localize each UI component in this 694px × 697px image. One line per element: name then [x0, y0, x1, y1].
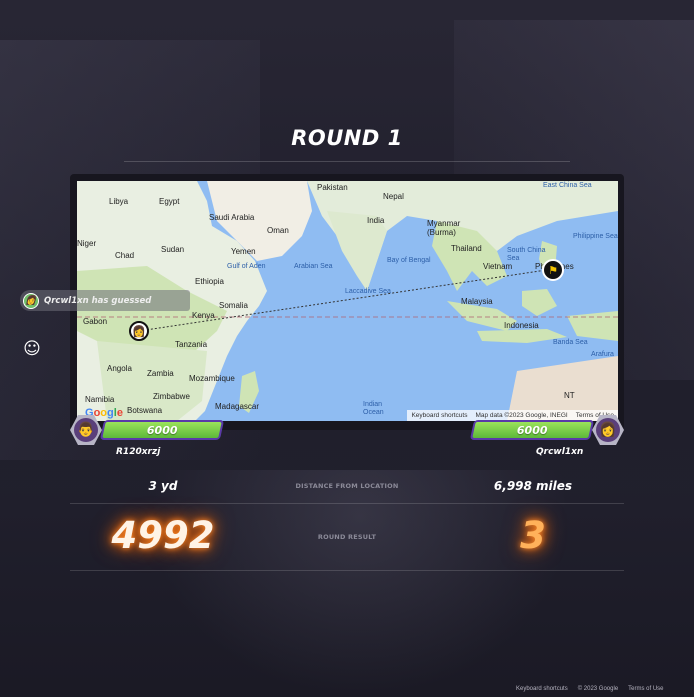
map-sea-label: Arabian Sea: [294, 263, 333, 270]
map-label: Sudan: [161, 245, 185, 254]
avatar-icon: 👨: [74, 418, 98, 442]
health-value: 6000: [516, 423, 548, 437]
map-sea-label: Philippine Sea: [573, 233, 618, 240]
map-label: Yemen: [231, 247, 256, 256]
map-label: Zambia: [147, 369, 174, 378]
copyright-text: © 2023 Google: [577, 686, 619, 692]
map-label: Thailand: [451, 244, 482, 253]
divider: [70, 503, 624, 504]
map-label: Niger: [77, 239, 97, 248]
player-left-name: R120xrzj: [116, 447, 161, 457]
player-avatar: 👩: [592, 414, 624, 446]
health-bar: 6000: [469, 420, 595, 440]
player-right-bar: 6000 👩: [466, 414, 626, 446]
player-right-score: 3: [520, 514, 546, 557]
map-sea-label: Indian Ocean: [363, 401, 384, 416]
background-road: [150, 470, 570, 697]
keyboard-shortcuts-link[interactable]: Keyboard shortcuts: [411, 412, 467, 419]
map-label: Angola: [107, 364, 132, 373]
avatar-icon: 👩: [132, 324, 146, 338]
map-label: Myanmar (Burma): [427, 219, 461, 237]
map-label: Mozambique: [189, 374, 235, 383]
terms-link[interactable]: Terms of Use: [628, 686, 663, 692]
health-fill: 6000: [102, 422, 222, 438]
round-title: ROUND 1: [291, 126, 403, 150]
health-bar: 6000: [99, 420, 225, 440]
keyboard-shortcuts-link[interactable]: Keyboard shortcuts: [516, 686, 568, 692]
map-label: Malaysia: [461, 297, 493, 306]
location-marker[interactable]: ⚑: [542, 259, 564, 281]
divider: [124, 161, 570, 162]
map-label: Ethiopia: [195, 277, 224, 286]
health-value: 6000: [146, 423, 178, 437]
map-sea-label: Arafura: [591, 351, 614, 358]
map-label: Oman: [267, 226, 289, 235]
map-label: Indonesia: [504, 321, 539, 330]
map-label: Botswana: [127, 406, 163, 415]
page-footer: Keyboard shortcuts © 2023 Google Terms o…: [516, 686, 664, 692]
map-sea-label: Laccadive Sea: [345, 288, 391, 295]
avatar-icon: 👩: [23, 292, 39, 309]
map-label: Nepal: [383, 192, 404, 201]
map-label: Madagascar: [215, 402, 260, 411]
player-right-distance: 6,998 miles: [493, 479, 573, 493]
map-sea-label: East China Sea: [543, 182, 592, 189]
round-result-label: ROUND RESULT: [317, 533, 377, 541]
map-label: Libya: [109, 197, 129, 206]
map-label: Egypt: [159, 197, 180, 206]
map-sea-label: Bay of Bengal: [387, 257, 431, 264]
player-left-bar: 6000 👨: [70, 414, 230, 446]
guess-notification-text: Qrcwl1xn has guessed: [44, 295, 152, 306]
map-label: Pakistan: [317, 183, 348, 192]
map-sea-label: South China Sea: [507, 247, 546, 262]
map-label: Vietnam: [483, 262, 513, 271]
map-label: Kenya: [192, 311, 215, 320]
health-fill: 6000: [472, 422, 592, 438]
map-label: India: [367, 216, 385, 225]
map-label: NT: [564, 391, 575, 400]
map-label: Saudi Arabia: [209, 213, 255, 222]
divider: [70, 570, 624, 571]
guess-notification: 👩 Qrcwl1xn has guessed: [20, 290, 190, 311]
map-label: Zimbabwe: [153, 392, 190, 401]
guess-marker[interactable]: 👩: [129, 321, 149, 341]
player-avatar: 👨: [70, 414, 102, 446]
flag-icon: ⚑: [548, 263, 558, 277]
map-label: Somalia: [219, 301, 248, 310]
map-label: Chad: [115, 251, 135, 260]
map-sea-label: Gulf of Aden: [227, 263, 266, 270]
smiley-icon[interactable]: ☺: [22, 339, 42, 359]
map-label: Gabon: [83, 317, 108, 326]
map-label: Tanzania: [175, 340, 208, 349]
player-right-name: Qrcwl1xn: [536, 447, 584, 457]
distance-label: DISTANCE FROM LOCATION: [295, 482, 399, 490]
map-sea-label: Banda Sea: [553, 339, 588, 346]
avatar-icon: 👩: [596, 418, 620, 442]
map-label: Namibia: [85, 395, 115, 404]
